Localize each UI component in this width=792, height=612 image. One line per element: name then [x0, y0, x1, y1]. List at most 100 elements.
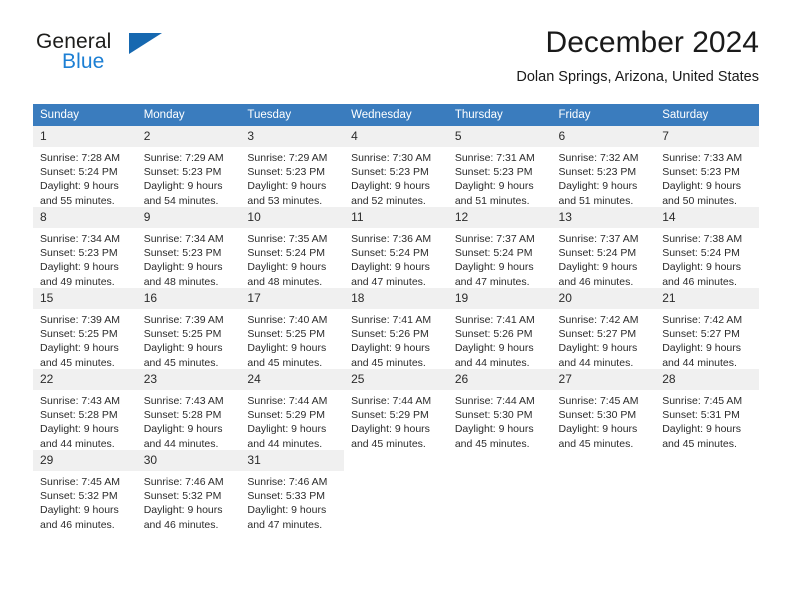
sunrise-text: Sunrise: 7:40 AM — [247, 314, 328, 326]
daylight-text-line2: and 45 minutes. — [558, 437, 634, 450]
sunset-text: Sunset: 5:24 PM — [662, 247, 740, 260]
day-details: Sunrise: 7:38 AM Sunset: 5:24 PM Daylight:… — [655, 228, 759, 288]
day-number: 10 — [240, 207, 345, 228]
day-details: Sunrise: 7:39 AM Sunset: 5:25 PM Daylight:… — [33, 309, 137, 369]
day-number: 7 — [655, 126, 759, 147]
calendar-day-cell[interactable]: 19 Sunrise: 7:41 AM Sunset: 5:26 PM Dayligh… — [447, 288, 552, 369]
calendar-day-cell[interactable]: 2 Sunrise: 7:29 AM Sunset: 5:23 PM Daylight… — [136, 126, 241, 207]
calendar-day-cell[interactable]: 26 Sunrise: 7:44 AM Sunset: 5:30 PM Dayligh… — [447, 369, 552, 450]
calendar-day-cell[interactable]: 23 Sunrise: 7:43 AM Sunset: 5:28 PM Dayligh… — [136, 369, 241, 450]
calendar-day-cell[interactable]: 13 Sunrise: 7:37 AM Sunset: 5:24 PM Dayligh… — [551, 207, 656, 288]
sunset-text: Sunset: 5:25 PM — [143, 328, 222, 341]
calendar-day-cell[interactable]: 22 Sunrise: 7:43 AM Sunset: 5:28 PM Dayligh… — [33, 369, 137, 450]
calendar-day-cell[interactable]: 10 Sunrise: 7:35 AM Sunset: 5:24 PM Dayligh… — [240, 207, 345, 288]
calendar-day-cell[interactable]: 12 Sunrise: 7:37 AM Sunset: 5:24 PM Dayligh… — [447, 207, 552, 288]
daylight-text-line2: and 51 minutes. — [454, 194, 530, 207]
calendar-day-cell[interactable]: 11 Sunrise: 7:36 AM Sunset: 5:24 PM Dayligh… — [344, 207, 448, 288]
day-details: Sunrise: 7:42 AM Sunset: 5:27 PM Daylight:… — [655, 309, 759, 369]
day-number: 1 — [33, 126, 137, 147]
day-details: Sunrise: 7:28 AM Sunset: 5:24 PM Daylight:… — [33, 147, 137, 207]
day-details: Sunrise: 7:40 AM Sunset: 5:25 PM Daylight:… — [240, 309, 344, 369]
calendar-header-row: Sunday Monday Tuesday Wednesday Thursday… — [33, 104, 759, 126]
daylight-text-line1: Daylight: 9 hours — [40, 423, 119, 436]
sunset-text: Sunset: 5:27 PM — [662, 328, 740, 341]
calendar-week-row: 8 Sunrise: 7:34 AM Sunset: 5:23 PM Daylight… — [33, 207, 759, 288]
sunrise-text: Sunrise: 7:46 AM — [247, 476, 328, 488]
day-details: Sunrise: 7:44 AM Sunset: 5:30 PM Daylight:… — [448, 390, 552, 450]
daylight-text-line1: Daylight: 9 hours — [247, 342, 327, 355]
calendar-day-cell[interactable]: 21 Sunrise: 7:42 AM Sunset: 5:27 PM Dayligh… — [655, 288, 759, 369]
calendar-day-cell[interactable]: 15 Sunrise: 7:39 AM Sunset: 5:25 PM Dayligh… — [33, 288, 137, 369]
sunrise-text: Sunrise: 7:45 AM — [558, 395, 639, 407]
weekday-header-thursday: Thursday — [447, 104, 552, 126]
sunset-text: Sunset: 5:29 PM — [351, 409, 429, 422]
calendar-day-cell[interactable]: 30 Sunrise: 7:46 AM Sunset: 5:32 PM Dayligh… — [136, 450, 241, 531]
calendar-day-cell[interactable]: 8 Sunrise: 7:34 AM Sunset: 5:23 PM Daylight… — [33, 207, 137, 288]
calendar-day-cell[interactable]: 1 Sunrise: 7:28 AM Sunset: 5:24 PM Daylight… — [33, 126, 137, 207]
brand-logo[interactable]: General Blue — [33, 30, 263, 86]
day-number: 15 — [33, 288, 137, 309]
calendar-week-row: 1 Sunrise: 7:28 AM Sunset: 5:24 PM Daylight… — [33, 126, 759, 207]
sunrise-text: Sunrise: 7:46 AM — [143, 476, 224, 488]
day-details: Sunrise: 7:30 AM Sunset: 5:23 PM Daylight:… — [344, 147, 448, 207]
sunrise-text: Sunrise: 7:32 AM — [558, 152, 639, 164]
day-details: Sunrise: 7:37 AM Sunset: 5:24 PM Daylight:… — [448, 228, 552, 288]
daylight-text-line1: Daylight: 9 hours — [662, 423, 742, 436]
calendar-day-cell[interactable]: 9 Sunrise: 7:34 AM Sunset: 5:23 PM Daylight… — [136, 207, 241, 288]
daylight-text-line1: Daylight: 9 hours — [454, 180, 534, 193]
calendar-day-cell[interactable]: 28 Sunrise: 7:45 AM Sunset: 5:31 PM Dayligh… — [655, 369, 759, 450]
calendar-week-row: 15 Sunrise: 7:39 AM Sunset: 5:25 PM Dayligh… — [33, 288, 759, 369]
daylight-text-line1: Daylight: 9 hours — [662, 342, 742, 355]
triangle-logo-icon — [129, 33, 162, 54]
calendar-day-cell[interactable]: 31 Sunrise: 7:46 AM Sunset: 5:33 PM Dayligh… — [240, 450, 345, 531]
sunset-text: Sunset: 5:23 PM — [247, 166, 326, 179]
daylight-text-line2: and 44 minutes. — [247, 437, 323, 450]
daylight-text-line2: and 45 minutes. — [351, 437, 426, 450]
calendar-day-cell[interactable]: 6 Sunrise: 7:32 AM Sunset: 5:23 PM Daylight… — [551, 126, 656, 207]
sunset-text: Sunset: 5:24 PM — [247, 247, 326, 260]
daylight-text-line2: and 44 minutes. — [40, 437, 115, 450]
sunset-text: Sunset: 5:31 PM — [662, 409, 740, 422]
daylight-text-line2: and 45 minutes. — [247, 356, 323, 369]
sunrise-text: Sunrise: 7:34 AM — [143, 233, 224, 245]
calendar-day-cell[interactable]: 3 Sunrise: 7:29 AM Sunset: 5:23 PM Daylight… — [240, 126, 345, 207]
day-details: Sunrise: 7:45 AM Sunset: 5:32 PM Daylight:… — [33, 471, 137, 531]
calendar-day-cell[interactable]: 27 Sunrise: 7:45 AM Sunset: 5:30 PM Dayligh… — [551, 369, 656, 450]
daylight-text-line1: Daylight: 9 hours — [351, 180, 430, 193]
sunrise-text: Sunrise: 7:44 AM — [247, 395, 328, 407]
calendar-day-cell[interactable]: 29 Sunrise: 7:45 AM Sunset: 5:32 PM Dayligh… — [33, 450, 137, 531]
calendar-day-cell[interactable]: 20 Sunrise: 7:42 AM Sunset: 5:27 PM Dayligh… — [551, 288, 656, 369]
day-number: 13 — [551, 207, 656, 228]
daylight-text-line2: and 47 minutes. — [351, 275, 426, 288]
sunset-text: Sunset: 5:23 PM — [558, 166, 637, 179]
calendar-day-cell[interactable]: 24 Sunrise: 7:44 AM Sunset: 5:29 PM Dayligh… — [240, 369, 345, 450]
sunset-text: Sunset: 5:25 PM — [247, 328, 326, 341]
sunset-text: Sunset: 5:23 PM — [454, 166, 533, 179]
day-number: 19 — [447, 288, 552, 309]
daylight-text-line2: and 45 minutes. — [40, 356, 115, 369]
daylight-text-line1: Daylight: 9 hours — [558, 180, 638, 193]
daylight-text-line1: Daylight: 9 hours — [454, 261, 534, 274]
calendar-day-cell[interactable]: 14 Sunrise: 7:38 AM Sunset: 5:24 PM Dayligh… — [655, 207, 759, 288]
day-number: 12 — [447, 207, 552, 228]
calendar-day-cell[interactable]: 4 Sunrise: 7:30 AM Sunset: 5:23 PM Daylight… — [344, 126, 448, 207]
sunset-text: Sunset: 5:23 PM — [662, 166, 740, 179]
sunset-text: Sunset: 5:30 PM — [558, 409, 637, 422]
calendar-day-cell[interactable]: 25 Sunrise: 7:44 AM Sunset: 5:29 PM Dayligh… — [344, 369, 448, 450]
sunrise-text: Sunrise: 7:37 AM — [558, 233, 639, 245]
calendar-day-cell[interactable]: 16 Sunrise: 7:39 AM Sunset: 5:25 PM Dayligh… — [136, 288, 241, 369]
weekday-header-wednesday: Wednesday — [344, 104, 448, 126]
day-details: Sunrise: 7:35 AM Sunset: 5:24 PM Daylight:… — [240, 228, 344, 288]
calendar-day-cell[interactable]: 17 Sunrise: 7:40 AM Sunset: 5:25 PM Dayligh… — [240, 288, 345, 369]
sunset-text: Sunset: 5:23 PM — [143, 247, 222, 260]
day-details: Sunrise: 7:44 AM Sunset: 5:29 PM Daylight:… — [344, 390, 448, 450]
calendar-day-cell[interactable]: 18 Sunrise: 7:41 AM Sunset: 5:26 PM Dayligh… — [344, 288, 448, 369]
calendar-week-row: 29 Sunrise: 7:45 AM Sunset: 5:32 PM Dayligh… — [33, 450, 759, 531]
sunrise-text: Sunrise: 7:42 AM — [662, 314, 743, 326]
day-details: Sunrise: 7:43 AM Sunset: 5:28 PM Daylight:… — [137, 390, 241, 450]
calendar-day-cell[interactable]: 5 Sunrise: 7:31 AM Sunset: 5:23 PM Daylight… — [447, 126, 552, 207]
sunrise-text: Sunrise: 7:35 AM — [247, 233, 328, 245]
daylight-text-line2: and 44 minutes. — [558, 356, 634, 369]
calendar-day-cell[interactable]: 7 Sunrise: 7:33 AM Sunset: 5:23 PM Daylight… — [655, 126, 759, 207]
day-details: Sunrise: 7:33 AM Sunset: 5:23 PM Daylight:… — [655, 147, 759, 207]
